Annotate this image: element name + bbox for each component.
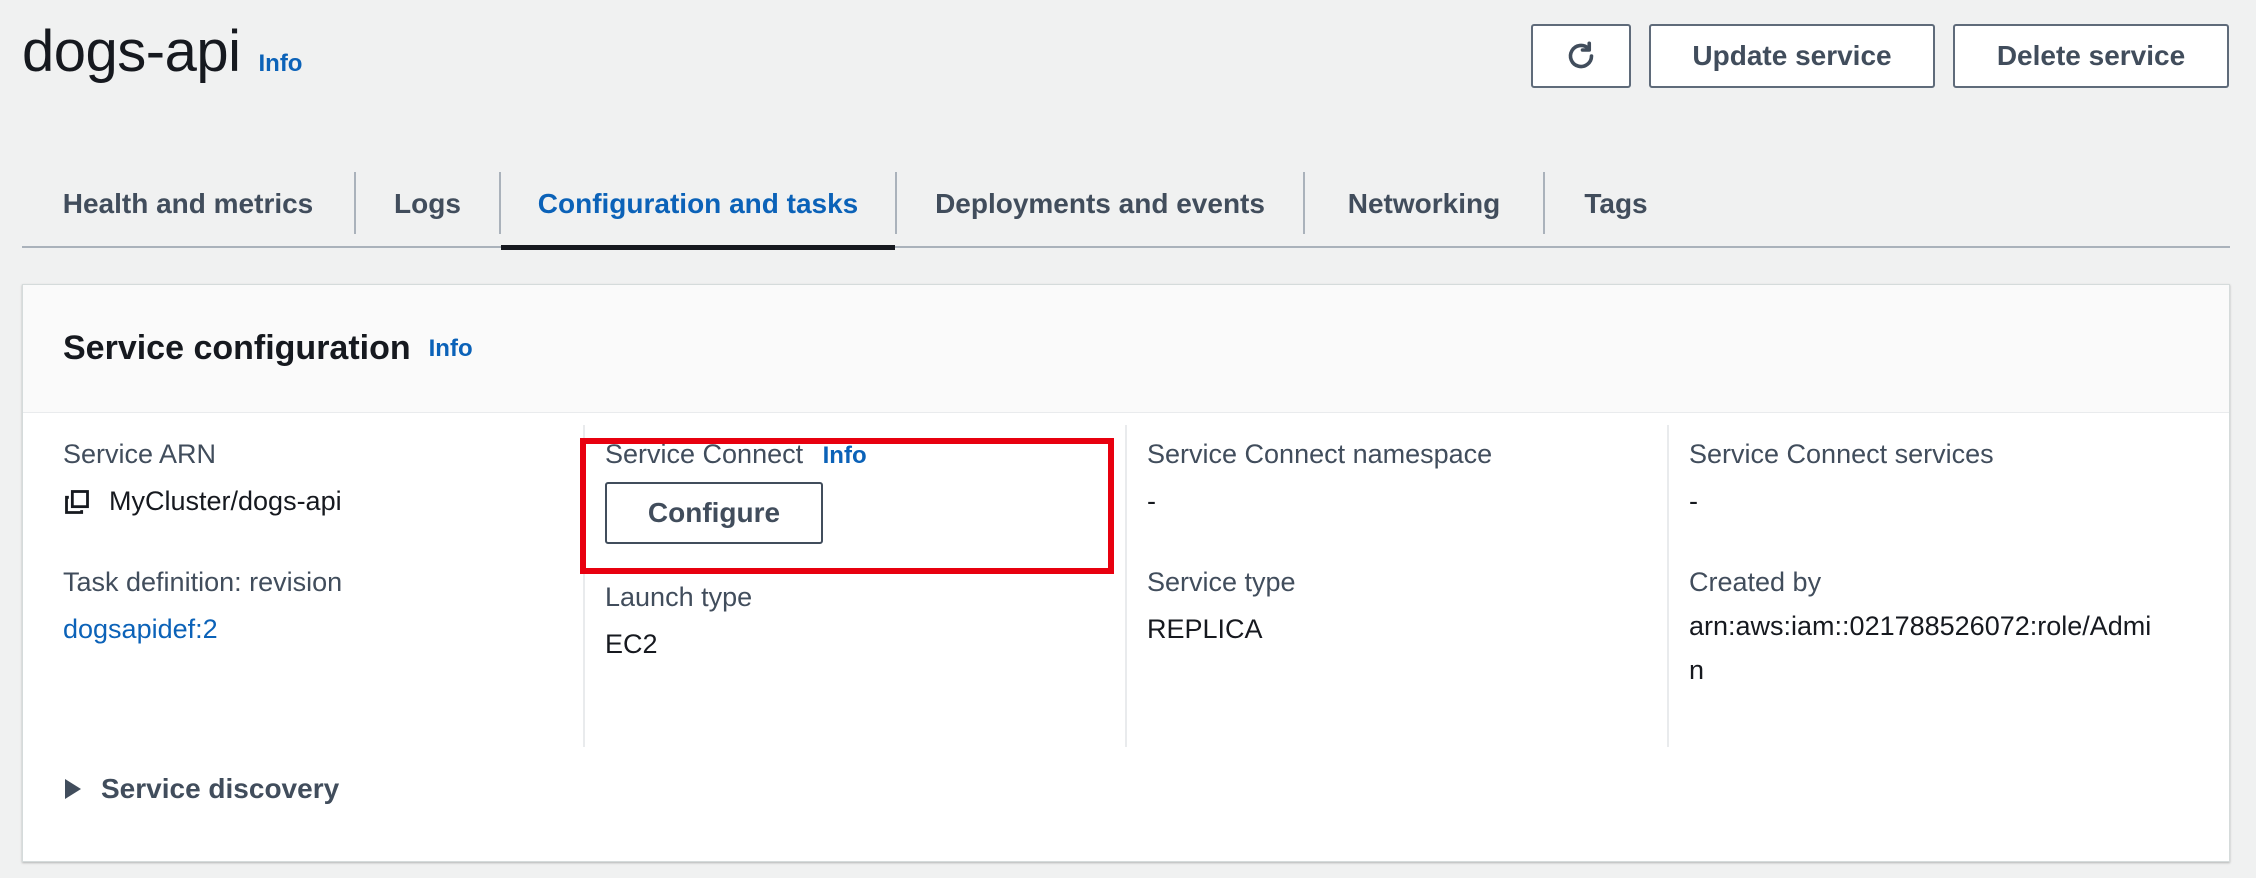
- created-by-field: Created by arn:aws:iam::021788526072:rol…: [1689, 567, 2209, 692]
- tab-logs[interactable]: Logs: [356, 160, 499, 248]
- task-definition-link[interactable]: dogsapidef:2: [63, 614, 583, 645]
- tab-configuration-and-tasks[interactable]: Configuration and tasks: [501, 160, 895, 250]
- config-column-3: Service Connect namespace - Service type…: [1147, 425, 1667, 747]
- launch-type-value: EC2: [605, 629, 658, 659]
- refresh-button[interactable]: [1531, 24, 1631, 88]
- container-header: Service configuration Info: [23, 285, 2229, 413]
- service-discovery-expander[interactable]: Service discovery: [65, 773, 339, 805]
- delete-service-button[interactable]: Delete service: [1953, 24, 2229, 88]
- configure-button[interactable]: Configure: [605, 482, 823, 544]
- service-details-page: dogs-api Info Update service Delete serv…: [0, 0, 2256, 878]
- sc-services-field: Service Connect services -: [1689, 439, 2209, 517]
- sc-services-value: -: [1689, 486, 1698, 516]
- page-title: dogs-api: [22, 19, 241, 84]
- section-title: Service configuration: [63, 329, 411, 367]
- service-connect-label-row: Service Connect Info: [605, 439, 1125, 470]
- tab-bar: Health and metrics Logs Configuration an…: [22, 160, 2230, 250]
- caret-right-icon: [65, 779, 81, 799]
- tab-health-and-metrics[interactable]: Health and metrics: [22, 160, 354, 248]
- tab-networking[interactable]: Networking: [1305, 160, 1543, 248]
- service-arn-value-row: MyCluster/dogs-api: [63, 486, 583, 517]
- service-arn-field: Service ARN MyCluster/dogs-api: [63, 439, 583, 517]
- sc-namespace-field: Service Connect namespace -: [1147, 439, 1667, 517]
- service-connect-label: Service Connect: [605, 439, 804, 469]
- tab-deployments-and-events[interactable]: Deployments and events: [897, 160, 1303, 248]
- header-actions: Update service Delete service: [1531, 24, 2229, 88]
- column-divider: [1667, 425, 1669, 747]
- title-row: dogs-api Info: [22, 18, 302, 85]
- title-info-link[interactable]: Info: [258, 50, 302, 78]
- update-service-button[interactable]: Update service: [1649, 24, 1935, 88]
- sc-namespace-value: -: [1147, 486, 1156, 516]
- service-type-value: REPLICA: [1147, 614, 1263, 644]
- column-divider: [1125, 425, 1127, 747]
- created-by-label: Created by: [1689, 567, 1822, 597]
- service-arn-label: Service ARN: [63, 439, 217, 469]
- column-divider: [583, 425, 585, 747]
- service-arn-value: MyCluster/dogs-api: [109, 486, 342, 516]
- created-by-value-line-1: arn:aws:iam::021788526072:role/Admi: [1689, 611, 2152, 641]
- service-type-field: Service type REPLICA: [1147, 567, 1667, 645]
- refresh-icon: [1568, 41, 1594, 69]
- config-column-2: Service Connect Info Configure Launch ty…: [605, 425, 1125, 747]
- created-by-value-line-2: n: [1689, 655, 1705, 685]
- tab-tags[interactable]: Tags: [1545, 160, 1687, 248]
- service-connect-info-link[interactable]: Info: [823, 442, 867, 469]
- service-connect-field: Service Connect Info Configure: [605, 439, 1125, 544]
- created-by-value: arn:aws:iam::021788526072:role/Admi n: [1689, 604, 2209, 692]
- sc-namespace-label: Service Connect namespace: [1147, 439, 1493, 469]
- sc-services-label: Service Connect services: [1689, 439, 1994, 469]
- config-column-4: Service Connect services - Created by ar…: [1689, 425, 2209, 747]
- section-info-link[interactable]: Info: [429, 335, 473, 363]
- service-type-label: Service type: [1147, 567, 1296, 597]
- launch-type-label: Launch type: [605, 582, 753, 612]
- service-configuration-container: Service configuration Info Service ARN M…: [22, 284, 2230, 862]
- config-column-1: Service ARN MyCluster/dogs-api Task defi…: [63, 425, 583, 747]
- service-discovery-label: Service discovery: [101, 773, 340, 804]
- task-definition-field: Task definition: revision dogsapidef:2: [63, 567, 583, 645]
- config-grid: Service ARN MyCluster/dogs-api Task defi…: [23, 425, 2231, 747]
- launch-type-field: Launch type EC2: [605, 582, 1125, 660]
- copy-icon[interactable]: [63, 488, 91, 516]
- task-definition-label: Task definition: revision: [63, 567, 343, 597]
